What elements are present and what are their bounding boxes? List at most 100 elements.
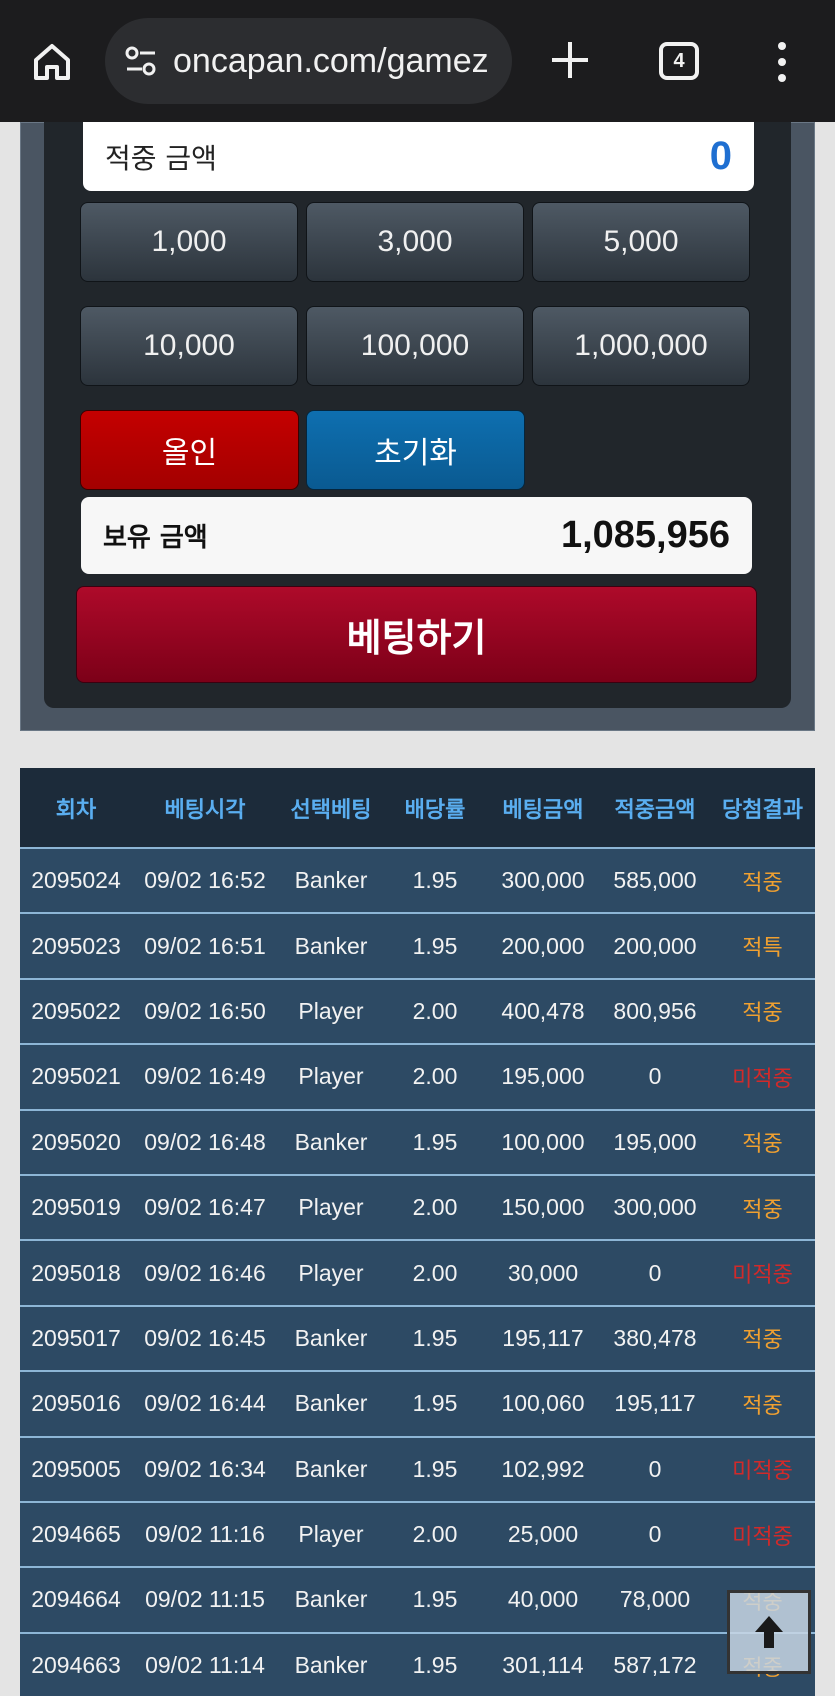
chip-button-10000[interactable]: 10,000 xyxy=(80,306,298,386)
round-cell: 2094663 xyxy=(31,1652,121,1679)
bet-time-cell: 09/02 16:34 xyxy=(144,1455,266,1482)
new-tab-icon[interactable] xyxy=(548,38,592,82)
table-row: 2095020 09/02 16:48 Banker 1.95 100,000 195,0… xyxy=(20,1109,815,1175)
win-amount-cell: 587,172 xyxy=(613,1652,697,1679)
bet-time-cell: 09/02 11:16 xyxy=(145,1521,265,1548)
hit-amount-label: 적중 금액 xyxy=(105,141,217,175)
round-cell: 2095016 xyxy=(31,1390,121,1417)
table-row: 2095018 09/02 16:46 Player 2.00 30,000 0 미적중 xyxy=(20,1240,815,1306)
result-cell: 적중 xyxy=(742,1001,783,1027)
hit-amount-value: 0 xyxy=(709,134,732,178)
balance-label: 보유 금액 xyxy=(103,523,208,553)
bet-time-cell: 09/02 16:52 xyxy=(144,867,266,894)
bet-history-table: 회차 베팅시각 선택베팅 배당률 베팅금액 적중금액 당첨결과 2095024 0… xyxy=(20,768,815,1696)
header-result: 당첨결과 xyxy=(722,797,803,823)
win-amount-cell: 195,117 xyxy=(614,1390,696,1417)
bet-time-cell: 09/02 16:46 xyxy=(144,1259,266,1286)
site-settings-icon[interactable] xyxy=(121,41,161,81)
bet-amount-cell: 25,000 xyxy=(507,1521,579,1548)
table-row: 2094665 09/02 11:16 Player 2.00 25,000 0 미적중 xyxy=(20,1501,815,1568)
chip-button-1000000[interactable]: 1,000,000 xyxy=(532,306,750,386)
tab-switcher-button[interactable]: 4 xyxy=(659,42,699,80)
odds-cell: 1.95 xyxy=(412,1652,458,1679)
round-cell: 2095019 xyxy=(31,1194,121,1221)
odds-cell: 1.95 xyxy=(412,1455,458,1482)
result-cell: 적중 xyxy=(742,1132,783,1158)
win-amount-cell: 300,000 xyxy=(613,1194,697,1221)
win-amount-cell: 0 xyxy=(648,1063,662,1090)
balance-display: 보유 금액 1,085,956 xyxy=(81,497,752,574)
bet-time-cell: 09/02 11:14 xyxy=(145,1652,265,1679)
win-amount-cell: 0 xyxy=(648,1521,662,1548)
selection-cell: Banker xyxy=(294,1586,368,1613)
chip-button-100000[interactable]: 100,000 xyxy=(306,306,524,386)
win-amount-cell: 195,000 xyxy=(613,1128,697,1155)
selection-cell: Player xyxy=(298,1194,364,1221)
hit-amount-display: 적중 금액 0 xyxy=(83,122,754,191)
round-cell: 2095022 xyxy=(31,997,121,1024)
header-win-amount: 적중금액 xyxy=(614,797,696,823)
round-cell: 2095017 xyxy=(31,1324,121,1351)
round-cell: 2095020 xyxy=(31,1128,121,1155)
win-amount-cell: 800,956 xyxy=(613,997,697,1024)
scroll-to-top-button[interactable] xyxy=(727,1590,811,1674)
balance-value: 1,085,956 xyxy=(560,514,730,556)
selection-cell: Banker xyxy=(294,867,368,894)
result-cell: 적특 xyxy=(742,936,783,962)
bet-amount-cell: 100,060 xyxy=(501,1390,585,1417)
chip-button-3000[interactable]: 3,000 xyxy=(306,202,524,282)
result-cell: 미적중 xyxy=(732,1459,793,1485)
result-cell: 미적중 xyxy=(732,1066,793,1092)
header-odds: 배당률 xyxy=(404,797,466,823)
browser-toolbar: oncapan.com/gamez 4 xyxy=(0,0,835,122)
odds-cell: 2.00 xyxy=(412,997,458,1024)
header-round: 회차 xyxy=(55,797,97,823)
url-text[interactable]: oncapan.com/gamez xyxy=(173,42,489,81)
odds-cell: 1.95 xyxy=(412,1324,458,1351)
odds-cell: 2.00 xyxy=(412,1259,458,1286)
table-row: 2095021 09/02 16:49 Player 2.00 195,000 0 미적중 xyxy=(20,1044,815,1110)
selection-cell: Player xyxy=(298,1063,364,1090)
round-cell: 2094665 xyxy=(31,1521,121,1548)
round-cell: 2095021 xyxy=(31,1063,121,1090)
round-cell: 2094664 xyxy=(31,1586,121,1613)
bet-time-cell: 09/02 11:15 xyxy=(145,1586,265,1613)
win-amount-cell: 78,000 xyxy=(619,1586,691,1613)
odds-cell: 1.95 xyxy=(412,932,458,959)
bet-amount-cell: 102,992 xyxy=(501,1455,585,1482)
bet-time-cell: 09/02 16:44 xyxy=(144,1390,266,1417)
reset-button[interactable]: 초기화 xyxy=(306,410,525,490)
bet-amount-cell: 150,000 xyxy=(501,1194,585,1221)
table-row: 2094663 09/02 11:14 Banker 1.95 301,114 587,1… xyxy=(20,1632,815,1696)
bet-time-cell: 09/02 16:49 xyxy=(144,1063,266,1090)
chip-button-1000[interactable]: 1,000 xyxy=(80,202,298,282)
win-amount-cell: 0 xyxy=(648,1259,662,1286)
odds-cell: 2.00 xyxy=(412,1063,458,1090)
table-row: 2095022 09/02 16:50 Player 2.00 400,478 800,9… xyxy=(20,978,815,1045)
address-bar[interactable]: oncapan.com/gamez xyxy=(105,18,512,104)
selection-cell: Banker xyxy=(294,932,368,959)
more-menu-icon[interactable] xyxy=(770,40,794,84)
arrow-up-icon xyxy=(755,1616,783,1648)
bet-time-cell: 09/02 16:51 xyxy=(144,932,266,959)
result-cell: 적중 xyxy=(742,870,783,896)
header-selection: 선택베팅 xyxy=(290,797,372,823)
header-bet-amount: 베팅금액 xyxy=(502,797,584,823)
bet-time-cell: 09/02 16:45 xyxy=(144,1324,266,1351)
win-amount-cell: 585,000 xyxy=(613,867,697,894)
selection-cell: Banker xyxy=(294,1652,368,1679)
home-icon[interactable] xyxy=(30,40,74,84)
result-cell: 적중 xyxy=(742,1328,783,1354)
bet-time-cell: 09/02 16:50 xyxy=(144,997,266,1024)
round-cell: 2095018 xyxy=(31,1259,121,1286)
chip-button-5000[interactable]: 5,000 xyxy=(532,202,750,282)
selection-cell: Player xyxy=(298,997,364,1024)
odds-cell: 1.95 xyxy=(412,867,458,894)
result-cell: 적중 xyxy=(742,1393,783,1419)
all-in-button[interactable]: 올인 xyxy=(80,410,299,490)
round-cell: 2095024 xyxy=(31,867,121,894)
table-row: 2094664 09/02 11:15 Banker 1.95 40,000 78,000… xyxy=(20,1567,815,1633)
result-cell: 미적중 xyxy=(732,1524,793,1550)
selection-cell: Banker xyxy=(294,1390,368,1417)
place-bet-button[interactable]: 베팅하기 xyxy=(76,586,757,683)
